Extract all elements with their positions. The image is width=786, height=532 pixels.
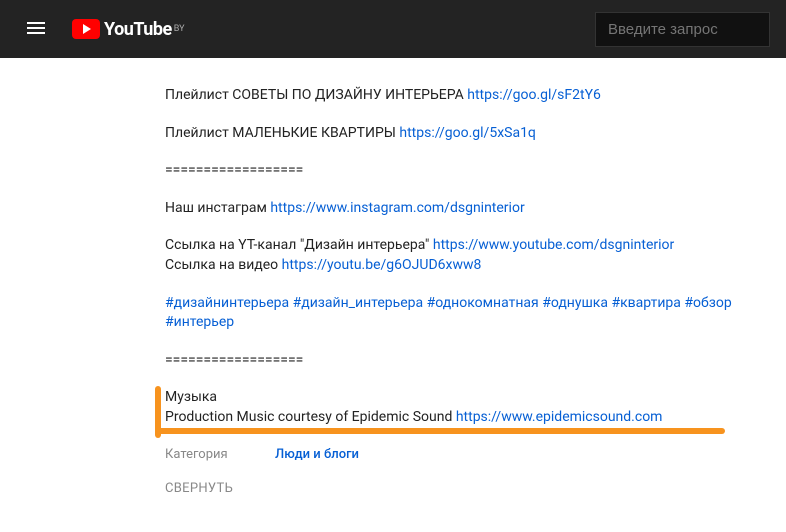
video-link[interactable]: https://youtu.be/g6OJUD6xww8 — [282, 257, 482, 273]
music-text: Production Music courtesy of Epidemic So… — [165, 409, 456, 425]
playlist-line-1: Плейлист СОВЕТЫ ПО ДИЗАЙНУ ИНТЕРЬЕРА htt… — [165, 86, 786, 106]
header: YouTube BY — [0, 0, 786, 58]
music-title: Музыка — [165, 388, 786, 408]
menu-button[interactable] — [16, 8, 56, 51]
divider-1: ================== — [165, 161, 786, 181]
hashtag-link[interactable]: #однокомнатная — [427, 295, 539, 311]
hashtags-block: #дизайнинтерьера #дизайн_интерьера #одно… — [165, 294, 786, 333]
hashtag-link[interactable]: #квартира — [611, 295, 680, 311]
category-link[interactable]: Люди и блоги — [275, 446, 359, 464]
playlist1-link[interactable]: https://goo.gl/sF2tY6 — [467, 87, 601, 103]
playlist1-text: Плейлист СОВЕТЫ ПО ДИЗАЙНУ ИНТЕРЬЕРА — [165, 87, 467, 103]
logo-text: YouTube — [104, 19, 172, 40]
play-icon — [72, 19, 100, 39]
music-link[interactable]: https://www.epidemicsound.com — [456, 409, 663, 425]
music-line: Production Music courtesy of Epidemic So… — [165, 408, 786, 428]
youtube-logo[interactable]: YouTube BY — [72, 19, 185, 40]
channel-video-block: Ссылка на YT-канал "Дизайн интерьера" ht… — [165, 236, 786, 275]
logo-region: BY — [174, 24, 185, 34]
hashtag-link[interactable]: #однушка — [542, 295, 608, 311]
hashtag-link[interactable]: #дизайнинтерьера — [165, 295, 289, 311]
playlist-line-2: Плейлист МАЛЕНЬКИЕ КВАРТИРЫ https://goo.… — [165, 124, 786, 144]
collapse-button[interactable]: СВЕРНУТЬ — [165, 480, 786, 498]
video-description: Плейлист СОВЕТЫ ПО ДИЗАЙНУ ИНТЕРЬЕРА htt… — [0, 58, 786, 498]
divider-2: ================== — [165, 351, 786, 371]
hamburger-icon — [24, 16, 48, 40]
instagram-link[interactable]: https://www.instagram.com/dsgninterior — [270, 200, 524, 216]
playlist2-link[interactable]: https://goo.gl/5xSa1q — [399, 125, 536, 141]
instagram-text: Наш инстаграм — [165, 200, 270, 216]
video-text: Ссылка на видео — [165, 257, 282, 273]
playlist2-text: Плейлист МАЛЕНЬКИЕ КВАРТИРЫ — [165, 125, 399, 141]
hashtag-link[interactable]: #дизайн_интерьера — [293, 295, 423, 311]
hashtag-link[interactable]: #обзор — [684, 295, 731, 311]
channel-text: Ссылка на YT-канал "Дизайн интерьера" — [165, 237, 433, 253]
channel-link[interactable]: https://www.youtube.com/dsgninterior — [433, 237, 674, 253]
category-row: Категория Люди и блоги — [165, 446, 786, 464]
category-label: Категория — [165, 446, 275, 464]
search-input[interactable] — [595, 12, 770, 47]
music-credit-highlight: Музыка Production Music courtesy of Epid… — [165, 388, 786, 427]
instagram-line: Наш инстаграм https://www.instagram.com/… — [165, 199, 786, 219]
hashtag-link[interactable]: #интерьер — [165, 314, 234, 330]
